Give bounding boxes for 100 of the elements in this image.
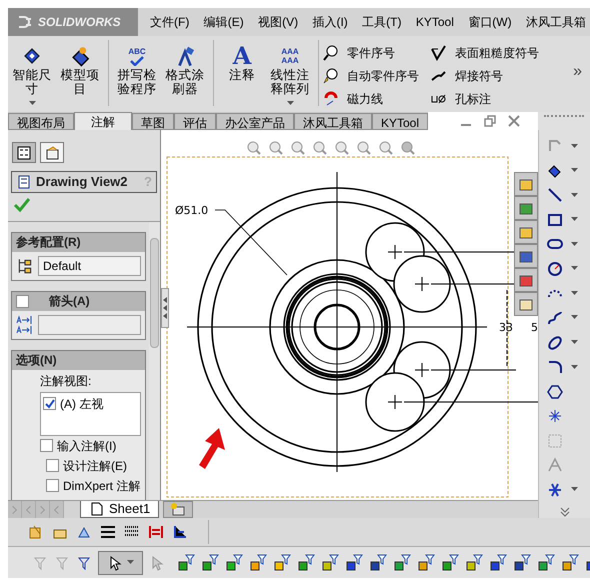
sheet-tab[interactable]: Sheet1 (80, 501, 160, 518)
caret-icon[interactable] (570, 364, 578, 370)
selection-filter-icon[interactable] (441, 554, 459, 572)
selection-filter-icon[interactable] (513, 554, 531, 572)
fillet-icon[interactable] (546, 359, 562, 376)
ribbon-tab[interactable]: 评估 (174, 113, 216, 130)
filter-icon[interactable] (76, 554, 92, 570)
selection-filter-icon[interactable] (321, 554, 339, 572)
magnet-icon[interactable] (323, 90, 339, 106)
selection-filter-icon[interactable] (225, 554, 243, 572)
task-pane-tab[interactable] (514, 268, 538, 292)
selection-filter-icon[interactable] (561, 554, 579, 572)
ribbon-small-button[interactable]: 磁力线 (323, 88, 419, 109)
ribbon-button[interactable]: 格式涂刷器 (161, 40, 209, 110)
selection-filter-icon[interactable] (177, 554, 195, 572)
ribbon-small-button[interactable]: 焊接符号 (431, 65, 539, 86)
point-icon[interactable] (546, 408, 562, 424)
selection-filter-icon[interactable] (345, 554, 363, 572)
section-header[interactable]: 箭头(A) (12, 292, 145, 310)
caret-icon[interactable] (28, 101, 36, 106)
task-pane-tab[interactable] (514, 196, 538, 220)
checkbox[interactable] (43, 397, 56, 410)
arrow-field[interactable] (38, 314, 141, 334)
configuration-dropdown[interactable]: Default (38, 256, 141, 276)
ribbon-small-button[interactable]: 自动零件序号 (323, 65, 419, 86)
selection-filter-icon[interactable] (489, 554, 507, 572)
ribbon-tab[interactable]: 草图 (132, 113, 174, 130)
ribbon-tab[interactable]: 办公室产品 (216, 113, 294, 130)
ribbon-small-button[interactable]: 零件序号 (323, 42, 419, 63)
ribbon-small-button[interactable]: 表面粗糙度符号 (431, 42, 539, 63)
caret-icon[interactable] (570, 487, 578, 492)
zoom-area-icon[interactable] (268, 140, 284, 156)
chevron-down-icon[interactable] (558, 506, 570, 518)
selection-filter-icon[interactable] (417, 554, 435, 572)
ribbon-tab[interactable]: 注解 (74, 112, 132, 130)
caret-icon[interactable] (570, 315, 578, 320)
caret-icon[interactable] (570, 266, 578, 272)
panel-tab[interactable] (12, 142, 36, 163)
selection-filter-icon[interactable] (201, 554, 219, 572)
task-pane-tab[interactable] (514, 172, 538, 196)
dimension-icon[interactable] (546, 162, 562, 179)
task-pane-tab[interactable] (514, 220, 538, 244)
more-button[interactable]: » (573, 60, 582, 84)
caret-icon[interactable] (570, 144, 578, 149)
configuration-icon[interactable] (16, 256, 34, 274)
ribbon-button[interactable]: 模型项目 (56, 40, 104, 110)
surface-finish-icon[interactable] (431, 44, 447, 60)
checkmark-icon[interactable] (129, 56, 145, 66)
menu-item[interactable]: 视图(V) (258, 13, 298, 31)
selection-filter-icon[interactable] (369, 554, 387, 572)
caret-icon[interactable] (570, 290, 578, 296)
panel-collapse-handle[interactable] (161, 288, 169, 328)
ribbon-tab[interactable]: 视图布局 (8, 113, 74, 130)
ribbon-button[interactable]: AAA AAA 线性注释阵列 (266, 40, 314, 110)
caret-icon[interactable] (570, 217, 578, 222)
tree-icon[interactable] (16, 144, 32, 160)
caret-icon[interactable] (127, 560, 134, 565)
toolbar-grip[interactable] (538, 112, 590, 130)
polygon-icon[interactable] (546, 384, 562, 400)
ribbon-small-button[interactable]: 孔标注 (431, 88, 539, 109)
menu-item[interactable]: 沐风工具箱 (526, 13, 586, 31)
checkbox[interactable] (40, 439, 53, 452)
selection-filter-icon[interactable] (393, 554, 411, 572)
auto-balloon-icon[interactable] (323, 68, 339, 84)
line-weight-icon[interactable] (100, 524, 116, 540)
menu-item[interactable]: KYTool (416, 13, 454, 31)
caret-icon[interactable] (570, 192, 578, 198)
checkbox[interactable] (46, 459, 59, 472)
selection-filter-icon[interactable] (273, 554, 291, 572)
add-sheet-tab[interactable] (163, 501, 194, 518)
ellipse-icon[interactable] (546, 334, 562, 351)
checkbox[interactable] (16, 294, 29, 308)
scrollbar[interactable] (149, 222, 160, 500)
menu-item[interactable]: 窗口(W) (468, 13, 512, 31)
caret-icon[interactable] (570, 168, 578, 174)
ribbon-button[interactable]: ABC 拼写检验程序 (113, 40, 161, 110)
axis-icon[interactable] (172, 524, 188, 540)
line-icon[interactable] (546, 187, 562, 204)
properties-icon[interactable] (44, 144, 60, 160)
restore-icon[interactable] (482, 113, 498, 129)
rectangle-icon[interactable] (546, 212, 562, 228)
ribbon-button[interactable]: A 注释 (218, 40, 266, 110)
panel-tab[interactable] (40, 142, 64, 163)
balloon-icon[interactable] (323, 44, 339, 60)
checkmark-icon[interactable] (12, 196, 30, 212)
spline-icon[interactable] (546, 310, 562, 326)
caret-icon[interactable] (570, 242, 578, 247)
selection-filter-icon[interactable] (297, 554, 315, 572)
select-tool-button[interactable] (98, 550, 143, 574)
ribbon-button[interactable]: 智能尺寸 (8, 40, 56, 110)
menu-item[interactable]: 插入(I) (312, 13, 348, 31)
caret-icon[interactable] (286, 101, 294, 106)
selection-filter-icon[interactable] (537, 554, 555, 572)
selection-filter-icon[interactable] (249, 554, 267, 572)
arrow-attach-icon[interactable] (16, 314, 34, 334)
caret-icon[interactable] (570, 340, 578, 346)
close-icon[interactable] (506, 113, 522, 129)
ribbon-tab[interactable]: KYTool (372, 113, 428, 130)
section-header[interactable]: 参考配置(R) (12, 232, 145, 252)
menu-item[interactable]: 工具(T) (362, 13, 402, 31)
